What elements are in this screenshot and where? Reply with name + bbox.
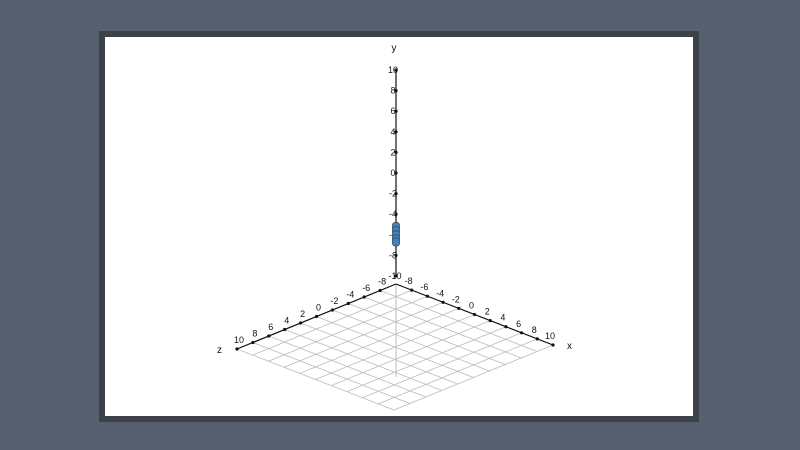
x-tick-label: 8 [532, 325, 537, 335]
x-tick-mark [457, 306, 461, 310]
z-tick-label: 6 [268, 322, 273, 332]
x-tick-mark [472, 312, 477, 317]
z-tick-mark [283, 327, 287, 332]
x-tick-label: 2 [485, 307, 490, 317]
y-tick-label: 2 [390, 147, 395, 157]
y-tick-label: 8 [390, 86, 395, 96]
y-tick-label: 6 [390, 106, 395, 116]
y-tick-label: -4 [389, 209, 397, 219]
x-tick-mark [535, 337, 539, 341]
z-tick-label: -2 [330, 296, 338, 306]
z-tick-mark [251, 340, 255, 345]
z-tick-mark [314, 314, 319, 319]
z-tick-label: 4 [284, 316, 289, 326]
y-tick-label: -8 [389, 250, 397, 260]
grid-line-z [316, 316, 474, 378]
x-tick-mark [504, 325, 508, 329]
z-tick-label: -8 [378, 277, 386, 287]
chart-3d-plot[interactable]: -8-6-4-20246810x1086420-2-4-6-8z1086420-… [0, 0, 800, 450]
x-tick-label: -6 [420, 282, 428, 292]
grid-line-z [252, 342, 411, 404]
x-tick-mark [551, 343, 555, 347]
z-tick-label: 10 [234, 335, 244, 345]
z-tick-mark [330, 308, 334, 312]
grid-line-z [300, 322, 458, 385]
x-axis-label: x [567, 341, 572, 352]
grid-line-z [268, 335, 426, 398]
x-tick-label: -2 [452, 294, 460, 304]
z-tick-mark [378, 288, 382, 293]
x-tick-mark [488, 319, 492, 323]
z-tick-mark [235, 347, 239, 351]
x-tick-mark [520, 331, 524, 335]
grid-line-z [284, 329, 442, 391]
x-tick-label: -4 [436, 288, 444, 298]
y-tick-label: -10 [388, 271, 401, 281]
z-tick-label: 0 [316, 303, 321, 313]
x-tick-mark [410, 288, 414, 292]
y-tick-label: -2 [389, 189, 397, 199]
z-tick-mark [267, 334, 271, 338]
grid-line-z [348, 303, 506, 365]
x-tick-mark [425, 294, 429, 298]
x-tick-label: 0 [469, 301, 474, 311]
x-tick-label: -8 [405, 276, 413, 286]
z-tick-mark [362, 295, 366, 299]
y-tick-label: 0 [390, 168, 395, 178]
x-tick-label: 6 [516, 319, 521, 329]
grid-line-z [364, 296, 522, 359]
z-axis-label: z [217, 345, 222, 356]
z-tick-label: 2 [300, 309, 305, 319]
z-tick-label: 8 [252, 329, 257, 339]
z-tick-label: -6 [362, 283, 370, 293]
data-point[interactable] [392, 237, 400, 247]
x-tick-mark [441, 300, 445, 304]
x-tick-label: 10 [545, 331, 555, 341]
y-axis-label: y [392, 43, 397, 54]
x-tick-label: 4 [500, 313, 505, 323]
grid-line-z [236, 348, 395, 411]
grid-line-z [332, 309, 490, 372]
z-tick-label: -4 [346, 290, 354, 300]
z-tick-mark [346, 301, 350, 306]
y-tick-label: 10 [388, 65, 398, 75]
y-tick-label: 4 [390, 127, 395, 137]
z-tick-mark [299, 321, 303, 325]
